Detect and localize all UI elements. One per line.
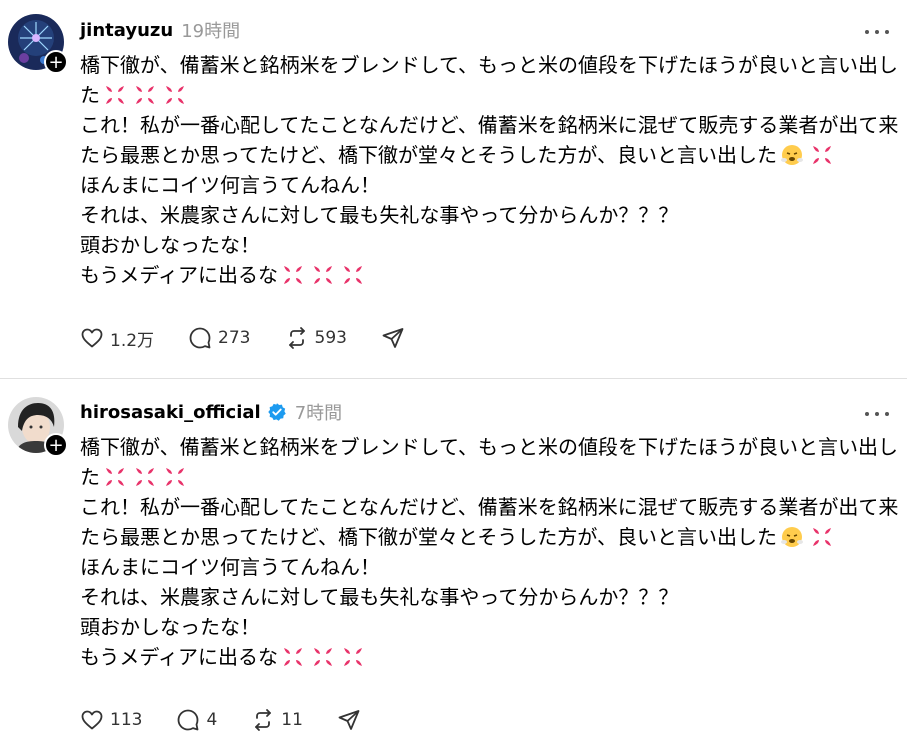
repost-count: 593 [314,328,347,348]
steam-face-icon [780,525,804,549]
post-line: 頭おかしなったな！ [80,230,895,260]
post-line: それは、米農家さんに対して最も失礼な事やって分からんか？？？ [80,200,895,230]
post-line: もうメディアに出るな [80,642,895,672]
more-options-icon[interactable] [865,409,889,419]
post-line: た [80,462,895,492]
post-line: 橋下徹が、備蓄米と銘柄米をブレンドして、もっと米の値段を下げたほうが良いと言い出… [80,432,898,462]
comment-icon [178,709,199,731]
post-2: + hirosasaki_official 7時間 橋下徹が、備蓄米と銘柄米をブ… [0,379,907,739]
post-body: 橋下徹が、備蓄米と銘柄米をブレンドして、もっと米の値段を下げたほうが良いと言い出… [80,50,899,290]
like-count: 1.2万 [110,330,155,351]
heart-icon [81,710,103,730]
anger-symbol-icon [133,465,157,489]
post-header: jintayuzu 19時間 [80,17,240,43]
post-line: たら最悪とか思ってたけど、橋下徹が堂々とそうした方が、良いと言い出した [80,522,895,552]
line-text: これ！私が一番心配してたことなんだけど、備蓄米を銘柄米に混ぜて販売する業者が出て… [80,495,899,519]
line-text: 頭おかしなったな！ [80,615,260,639]
post-line: それは、米農家さんに対して最も失礼な事やって分からんか？？？ [80,582,895,612]
post-1: + jintayuzu 19時間 橋下徹が、備蓄米と銘柄米をブレンドして、もっと… [0,0,907,378]
username[interactable]: hirosasaki_official [80,402,261,423]
post-line: ほんまにコイツ何言うてんねん！ [80,552,895,582]
follow-button[interactable]: + [44,433,68,457]
send-icon [338,710,360,730]
post-line: もうメディアに出るな [80,260,895,290]
comment-icon [189,327,211,349]
reply-count: 4 [206,710,218,730]
anger-symbol-icon [341,263,365,287]
line-text: た [80,465,100,489]
post-line: これ！私が一番心配してたことなんだけど、備蓄米を銘柄米に混ぜて販売する業者が出て… [80,110,899,140]
line-text: た [80,83,100,107]
anger-symbol-icon [103,83,127,107]
line-text: 橋下徹が、備蓄米と銘柄米をブレンドして、もっと米の値段を下げたほうが良いと言い出… [80,435,898,459]
like-button[interactable]: 1.2万 [80,326,154,351]
post-line: たら最悪とか思ってたけど、橋下徹が堂々とそうした方が、良いと言い出した [80,140,895,170]
repost-count: 11 [281,710,303,730]
line-text: もうメディアに出るな [80,645,278,669]
anger-symbol-icon [281,263,305,287]
heart-icon [81,328,103,348]
post-body: 橋下徹が、備蓄米と銘柄米をブレンドして、もっと米の値段を下げたほうが良いと言い出… [80,432,899,672]
reply-button[interactable]: 4 [176,708,217,732]
line-text: たら最悪とか思ってたけど、橋下徹が堂々とそうした方が、良いと言い出した [80,525,777,549]
anger-symbol-icon [103,465,127,489]
reply-button[interactable]: 273 [188,326,251,350]
post-line: 頭おかしなったな！ [80,612,895,642]
post-line: これ！私が一番心配してたことなんだけど、備蓄米を銘柄米に混ぜて販売する業者が出て… [80,492,899,522]
line-text: 頭おかしなったな！ [80,233,260,257]
line-text: これ！私が一番心配してたことなんだけど、備蓄米を銘柄米に混ぜて販売する業者が出て… [80,113,899,137]
anger-symbol-icon [810,143,834,167]
line-text: それは、米農家さんに対して最も失礼な事やって分からんか？？？ [80,585,679,609]
line-text: 橋下徹が、備蓄米と銘柄米をブレンドして、もっと米の値段を下げたほうが良いと言い出… [80,53,898,77]
line-text: ほんまにコイツ何言うてんねん！ [80,173,380,197]
anger-symbol-icon [163,83,187,107]
send-icon [382,328,404,348]
anger-symbol-icon [810,525,834,549]
post-actions: 1.2万 273 593 [80,325,439,351]
line-text: それは、米農家さんに対して最も失礼な事やって分からんか？？？ [80,203,679,227]
share-button[interactable] [337,708,361,732]
repost-icon [288,327,305,349]
username[interactable]: jintayuzu [80,20,173,41]
anger-symbol-icon [311,263,335,287]
anger-symbol-icon [341,645,365,669]
repost-icon [255,709,272,731]
steam-face-icon [780,143,804,167]
avatar-container[interactable]: + [8,397,68,457]
avatar-container[interactable]: + [8,14,68,74]
anger-symbol-icon [163,465,187,489]
anger-symbol-icon [311,645,335,669]
like-button[interactable]: 113 [80,708,142,732]
line-text: たら最悪とか思ってたけど、橋下徹が堂々とそうした方が、良いと言い出した [80,143,777,167]
anger-symbol-icon [133,83,157,107]
anger-symbol-icon [281,645,305,669]
repost-button[interactable]: 593 [285,326,347,350]
follow-button[interactable]: + [44,50,68,74]
line-text: もうメディアに出るな [80,263,278,287]
post-time[interactable]: 7時間 [295,399,342,425]
like-count: 113 [110,710,143,730]
post-line: た [80,80,895,110]
post-time[interactable]: 19時間 [181,17,240,43]
repost-button[interactable]: 11 [251,708,303,732]
line-text: ほんまにコイツ何言うてんねん！ [80,555,380,579]
post-line: 橋下徹が、備蓄米と銘柄米をブレンドして、もっと米の値段を下げたほうが良いと言い出… [80,50,898,80]
post-actions: 113 4 11 [80,707,395,733]
verified-badge-icon [267,402,287,422]
post-line: ほんまにコイツ何言うてんねん！ [80,170,895,200]
post-header: hirosasaki_official 7時間 [80,399,342,425]
reply-count: 273 [218,328,251,348]
share-button[interactable] [381,326,405,350]
more-options-icon[interactable] [865,27,889,37]
